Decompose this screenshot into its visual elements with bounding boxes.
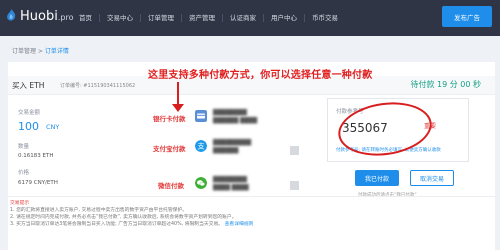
quantity-value: 0.16183 ETH bbox=[18, 153, 54, 159]
trade-tips: 交易提示 1. 您的汇款将直接进入卖方账户, 交易过程中卖方出售的数字资产由平台… bbox=[10, 200, 490, 228]
nav-home[interactable]: 首页 bbox=[72, 14, 100, 22]
amount-value: 100 bbox=[18, 120, 39, 133]
payment-countdown: 待付款 19 分 00 秒 bbox=[410, 80, 481, 89]
alipay-qr-code-icon[interactable] bbox=[290, 146, 299, 155]
huobi-logo[interactable]: Huobi.pro bbox=[6, 9, 73, 24]
nav-assets[interactable]: 资产管理 bbox=[182, 14, 223, 22]
view-rules-link[interactable]: 查看详细规则 bbox=[225, 222, 254, 227]
bank-card-icon[interactable] bbox=[195, 110, 207, 122]
bank-card-payment-label: 银行卡付款 bbox=[153, 115, 186, 123]
wechat-icon[interactable] bbox=[195, 177, 207, 189]
price-value: 6179 CNY/ETH bbox=[18, 180, 58, 186]
order-title: 买入 ETH bbox=[12, 81, 45, 90]
quantity-label: 数量 bbox=[18, 144, 30, 150]
tips-line-3: 3. 买方当日取消订单达3笔将会限制当日买入功能; 广告方当日取消订单超过40%… bbox=[10, 222, 224, 227]
payment-methods-annotation: 这里支持多种付款方式，你可以选择任意一种付款 bbox=[148, 70, 373, 81]
bank-account-line-2: ██████ ████ bbox=[213, 118, 258, 124]
amount-label: 交易金额 bbox=[18, 110, 41, 116]
alipay-account-line-1: █████████ bbox=[213, 140, 252, 146]
nav-trade-center[interactable]: 交易中心 bbox=[100, 14, 141, 22]
nav-user-center[interactable]: 用户中心 bbox=[264, 14, 305, 22]
logo-text: Huobi bbox=[20, 9, 58, 24]
alipay-payment-label: 支付宝付款 bbox=[153, 145, 186, 153]
top-navigation-bar: Huobi.pro 首页 交易中心 订单管理 资产管理 认证商家 用户中心 币币… bbox=[0, 0, 500, 36]
wechat-account-line-2: ████ ████ bbox=[213, 185, 249, 191]
divider bbox=[8, 196, 495, 197]
breadcrumb-current: 订单详情 bbox=[44, 48, 69, 55]
tips-line-2: 2. 请在规定时间内完成付款, 并务必点击“我已付款”, 卖方确认收款后, 系统… bbox=[10, 215, 237, 220]
wechat-payment-label: 微信付款 bbox=[158, 182, 184, 190]
breadcrumb: 订单管理 > 订单详情 bbox=[12, 46, 69, 55]
nav-merchant[interactable]: 认证商家 bbox=[223, 14, 264, 22]
i-have-paid-button[interactable]: 我已付款 bbox=[355, 170, 399, 186]
publish-ad-button[interactable]: 发布广告 bbox=[442, 6, 492, 27]
breadcrumb-separator: > bbox=[36, 48, 45, 55]
breadcrumb-parent[interactable]: 订单管理 bbox=[12, 48, 36, 55]
bank-account-line-1: ████████ bbox=[213, 110, 247, 116]
nav-coin-trading[interactable]: 币币交易 bbox=[305, 14, 345, 22]
tips-line-1: 1. 您的汇款将直接进入卖方账户, 交易过程中卖方出售的数字资产由平台托管保护。 bbox=[10, 208, 188, 213]
svg-text:支: 支 bbox=[198, 142, 205, 151]
alipay-icon[interactable]: 支 bbox=[195, 140, 207, 152]
cancel-trade-button[interactable]: 取消交易 bbox=[410, 170, 454, 186]
alipay-account-line-2: ██████ bbox=[213, 148, 239, 154]
red-arrow-annotation-icon bbox=[172, 82, 184, 112]
price-label: 价格 bbox=[18, 170, 30, 176]
amount-unit: CNY bbox=[46, 123, 60, 131]
tips-title: 交易提示 bbox=[10, 201, 30, 206]
order-number: 订单编号: #115190341115062 bbox=[60, 83, 136, 89]
wechat-account-line-1: ████████ bbox=[213, 177, 247, 183]
main-nav: 首页 交易中心 订单管理 资产管理 认证商家 用户中心 币币交易 bbox=[72, 0, 345, 36]
flame-logo-icon bbox=[7, 9, 16, 21]
after-pay-hint: 付款成功后请点击“我已付款” bbox=[358, 192, 417, 198]
nav-orders[interactable]: 订单管理 bbox=[141, 14, 182, 22]
wechat-qr-code-icon[interactable] bbox=[290, 181, 299, 190]
